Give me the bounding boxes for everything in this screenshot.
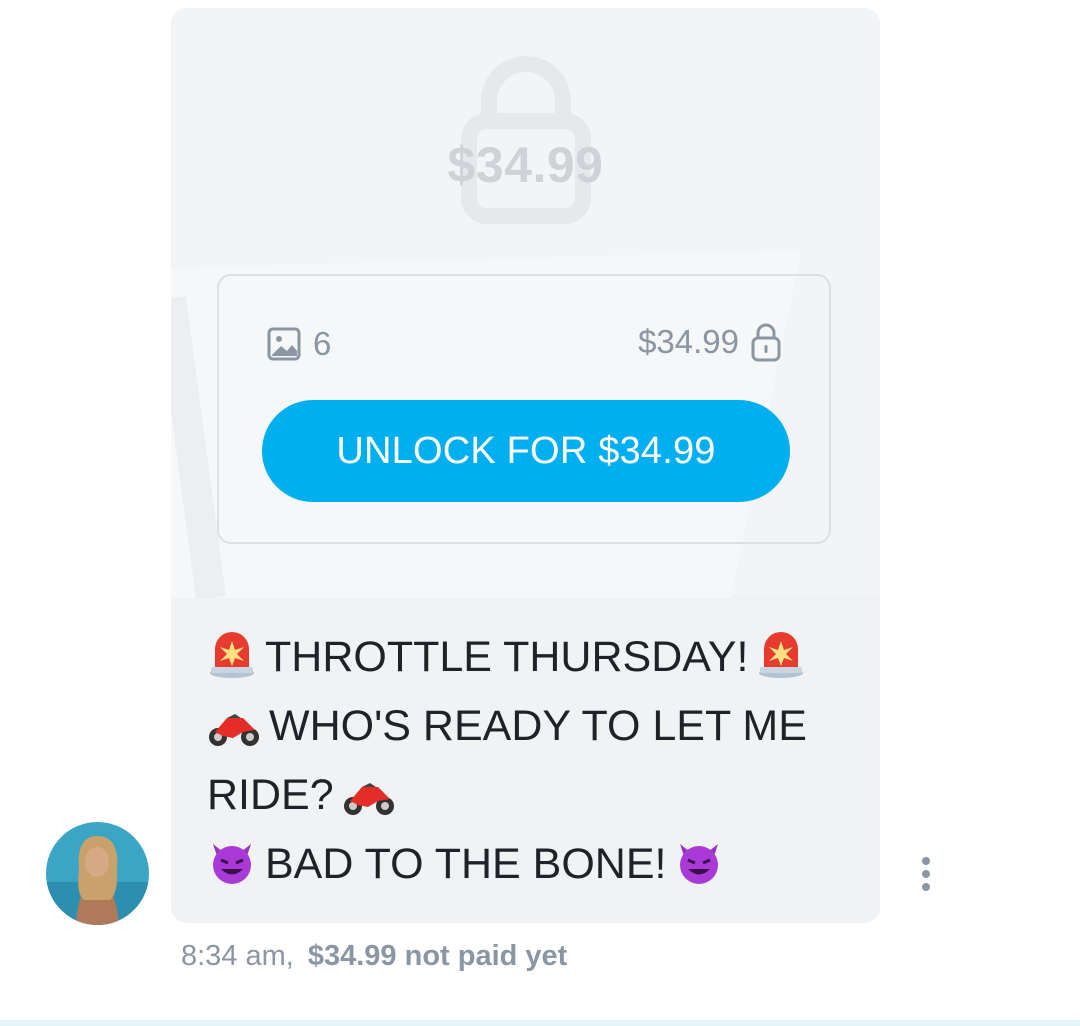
message-caption: THROTTLE THURSDAY! WHO'S READY TO LET ME… (207, 623, 847, 899)
price-status: $34.99 (307, 940, 397, 972)
media-count: 6 (313, 325, 332, 362)
bottom-divider (0, 1020, 1080, 1026)
lock-icon (751, 323, 781, 362)
avatar[interactable] (46, 822, 149, 925)
avatar-photo (46, 822, 149, 925)
payment-status-text: not paid yet (404, 940, 568, 972)
more-vertical-icon[interactable] (914, 855, 938, 895)
caption-line-2: WHO'S READY TO LET ME (269, 702, 807, 750)
smiling-devil-icon (213, 844, 251, 884)
caption-line-1: THROTTLE THURSDAY! (265, 633, 749, 681)
price-info: $34.99 (638, 322, 781, 362)
motorcycle-icon (343, 783, 394, 815)
siren-icon (759, 632, 804, 678)
payment-status: $34.99 not paid yet (308, 940, 568, 973)
caption-line: RIDE? (207, 761, 847, 830)
caption-line: BAD TO THE BONE! (207, 830, 847, 899)
media-count-info: 6 (267, 324, 331, 364)
caption-line-3: RIDE? (207, 771, 334, 819)
caption-line: WHO'S READY TO LET ME (207, 692, 847, 761)
caption-line: THROTTLE THURSDAY! (207, 623, 847, 692)
siren-icon (210, 632, 254, 678)
smiling-devil-icon (680, 844, 719, 884)
message-meta: 8:34 am, $34.99 not paid yet (181, 940, 567, 973)
message-bubble: $34.99 6 $34.99 UNLOCK FOR $34.99 THROTT… (171, 8, 880, 923)
unlock-button[interactable]: UNLOCK FOR $34.99 (262, 400, 790, 502)
message-time: 8:34 am, (181, 940, 294, 972)
image-icon (267, 327, 301, 361)
card-price: $34.99 (638, 323, 739, 360)
locked-media-preview[interactable]: $34.99 6 $34.99 UNLOCK FOR $34.99 (171, 8, 880, 598)
locked-price: $34.99 (447, 137, 604, 193)
motorcycle-icon (209, 714, 259, 746)
unlock-card: 6 $34.99 UNLOCK FOR $34.99 (217, 274, 831, 544)
caption-line-4: BAD TO THE BONE! (265, 840, 667, 888)
